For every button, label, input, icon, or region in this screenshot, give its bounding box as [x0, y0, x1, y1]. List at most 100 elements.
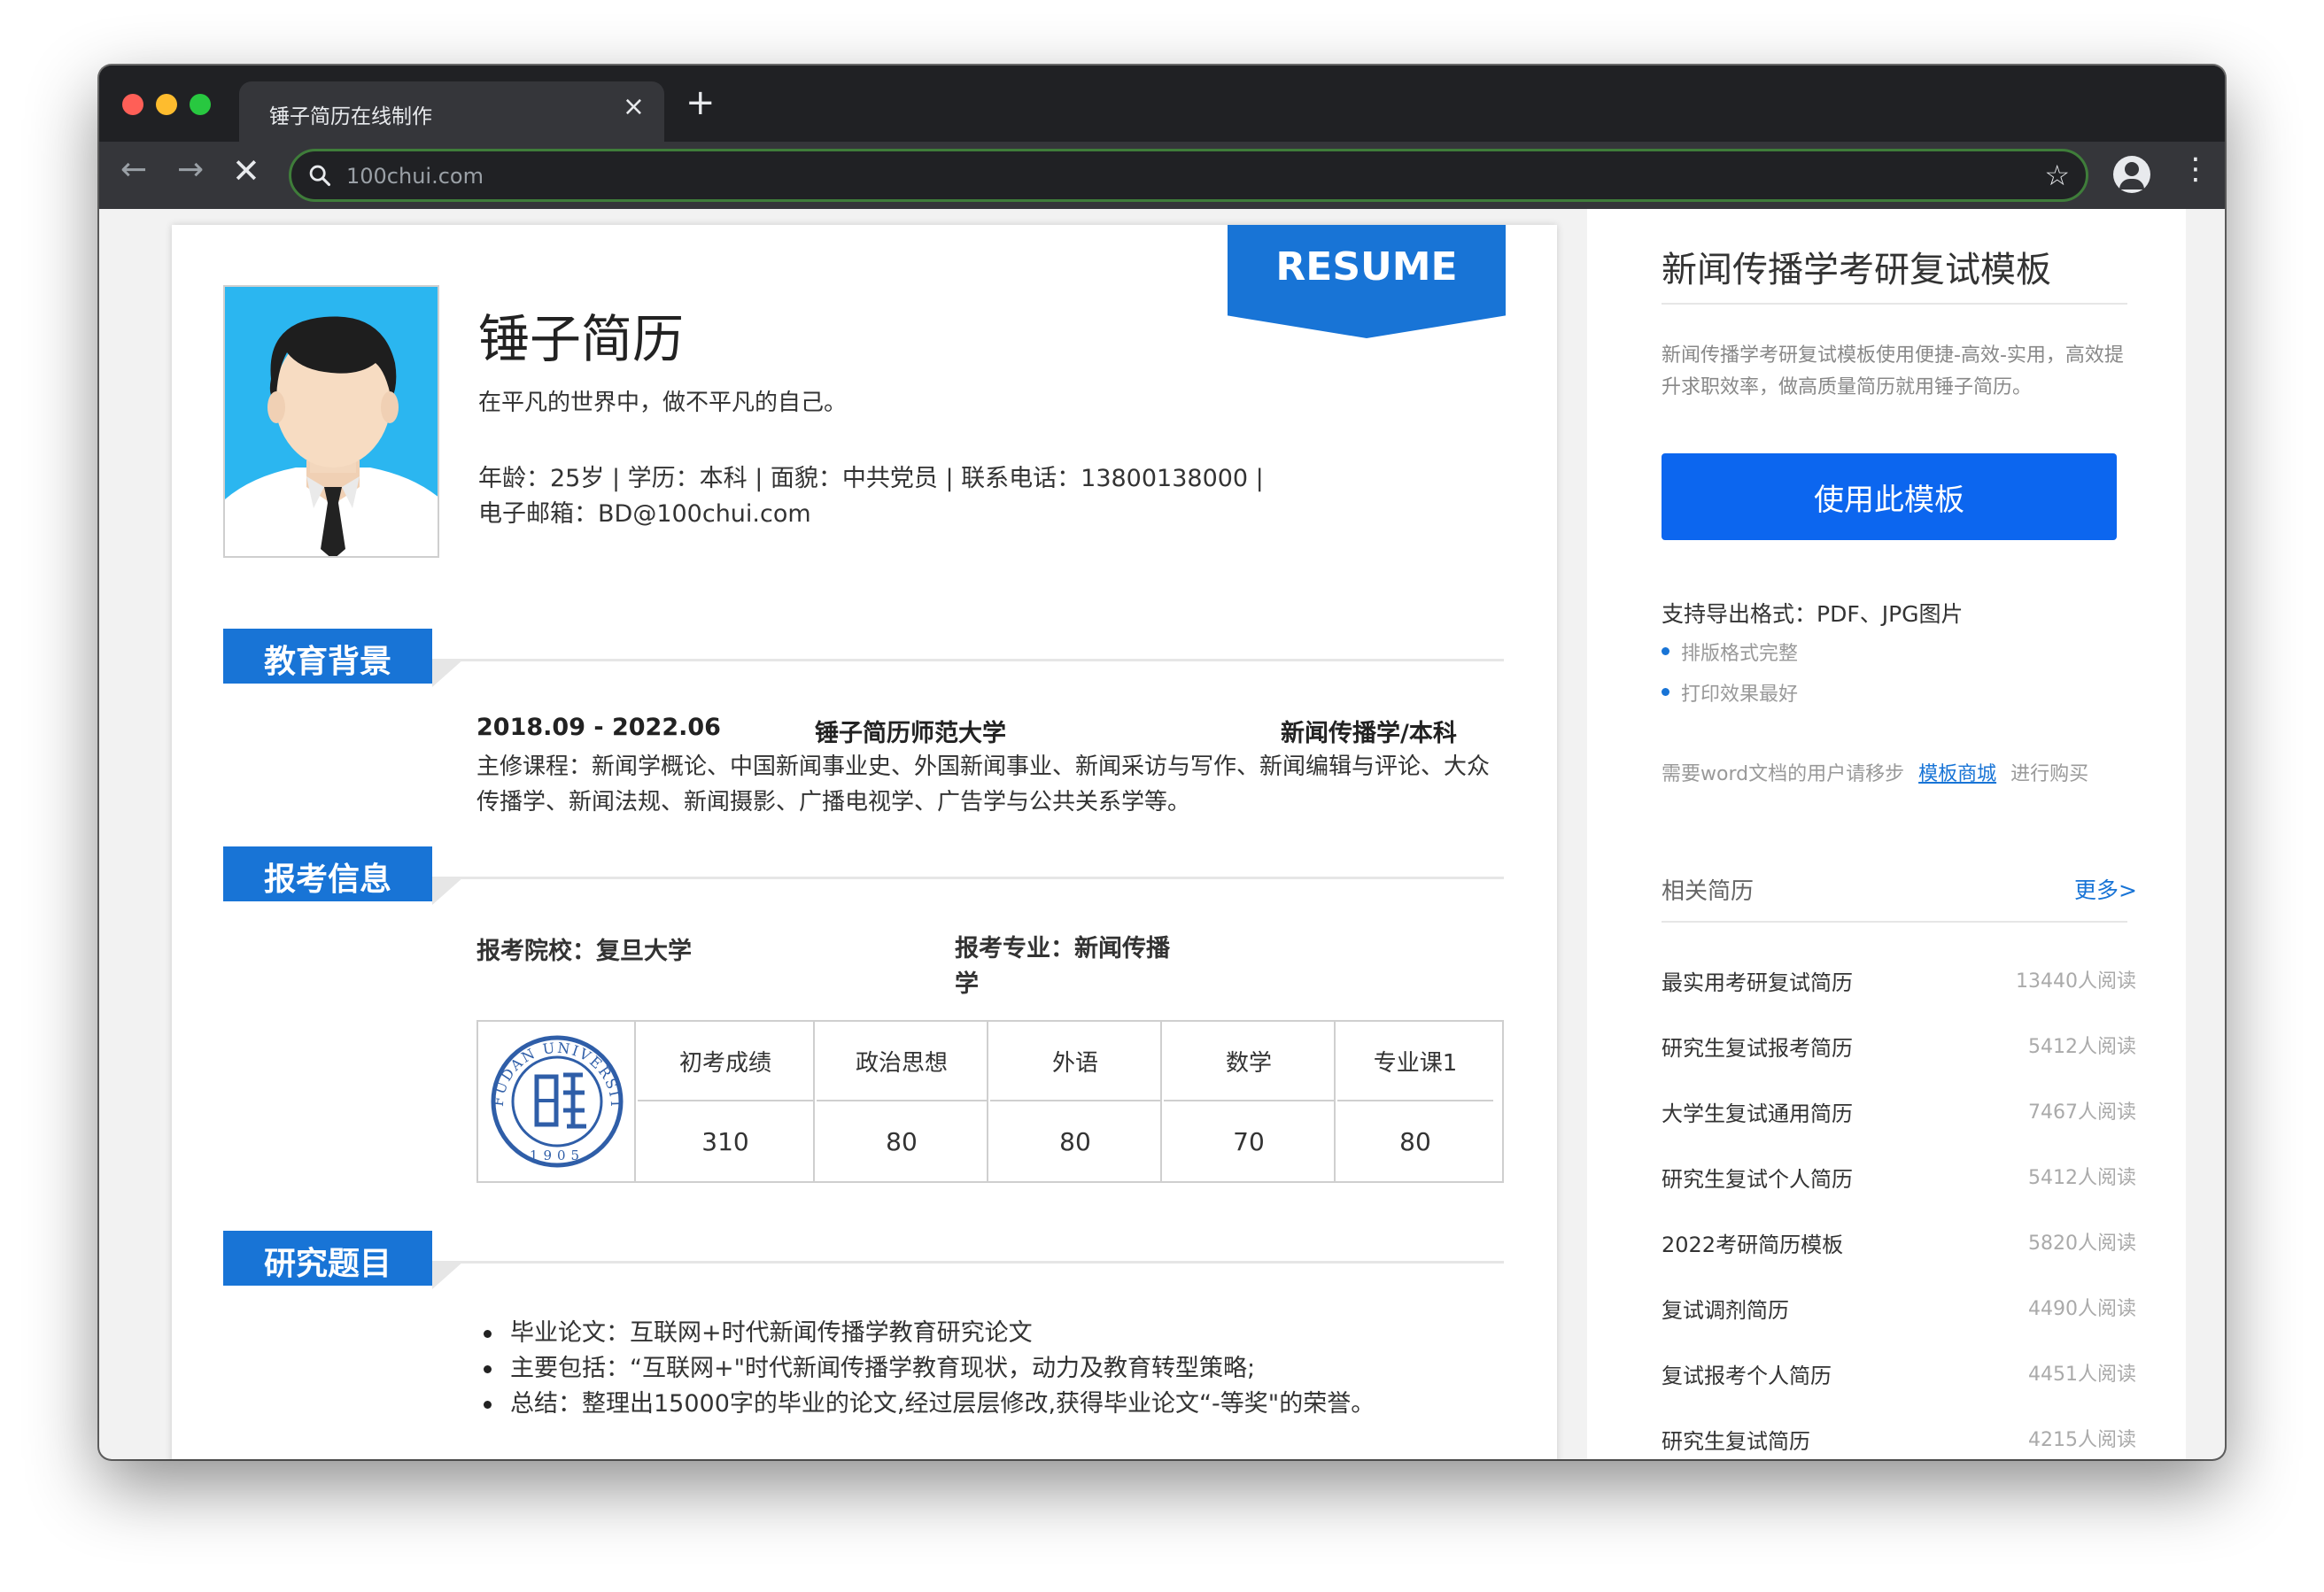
related-resume-name: 大学生复试通用简历: [1662, 1101, 1853, 1126]
ribbon-label: RESUME: [1275, 244, 1458, 290]
resume-motto: 在平凡的世界中，做不平凡的自己。: [478, 390, 848, 416]
resume-ribbon: RESUME: [1228, 225, 1506, 338]
score-value: 310: [701, 1126, 749, 1156]
related-resume-item[interactable]: 研究生复试报考简历 5412人阅读: [1662, 1031, 2136, 1066]
university-logo-cell: FUDAN UNIVERSITY 1905: [472, 1009, 636, 1181]
score-subject: 数学: [1164, 1022, 1334, 1101]
score-column: 外语 80: [990, 1022, 1162, 1181]
related-resume-item[interactable]: 研究生复试简历 4215人阅读: [1662, 1424, 2136, 1459]
related-resume-item[interactable]: 复试调剂简历 4490人阅读: [1662, 1293, 2136, 1328]
word-note: 需要word文档的用户请移步 模板商城 进行购买: [1662, 758, 2088, 786]
read-count: 4490人阅读: [2028, 1298, 2136, 1320]
score-subject: 初考成绩: [638, 1022, 813, 1101]
related-resume-name: 研究生复试报考简历: [1662, 1036, 1853, 1061]
education-school: 锤子简历师范大学: [815, 720, 1006, 747]
profile-photo: [223, 285, 439, 558]
apply-school: 报考院校：复旦大学: [476, 938, 692, 965]
template-title: 新闻传播学考研复试模板: [1662, 250, 2051, 290]
browser-window: 锤子简历在线制作 × + ← → ✕ 100chui.com ☆ ⋮ RESUM…: [99, 66, 2225, 1459]
section-header-education: 教育背景: [223, 629, 432, 684]
forward-arrow-icon[interactable]: →: [177, 154, 204, 186]
related-resume-name: 复试报考个人简历: [1662, 1364, 1832, 1388]
read-count: 4451人阅读: [2028, 1364, 2136, 1386]
close-window-button[interactable]: [122, 94, 143, 115]
related-resume-name: 研究生复试个人简历: [1662, 1167, 1853, 1192]
related-resume-name: 2022考研简历模板: [1662, 1233, 1844, 1257]
browser-tab[interactable]: 锤子简历在线制作 ×: [239, 81, 664, 142]
profile-avatar-icon[interactable]: [2113, 156, 2150, 193]
resume-paper: RESUME 锤子简历 在平凡的世界中，做不平凡的自己。 年龄：25岁 | 学历…: [172, 225, 1557, 1459]
divider: [1662, 303, 2127, 305]
template-description: 新闻传播学考研复试模板使用便捷-高效-实用，高效提升求职效率，做高质量简历就用锤…: [1662, 344, 2124, 398]
section-divider: [432, 659, 1504, 661]
section-title: 报考信息: [263, 862, 391, 898]
logo-ring-text: FUDAN UNIVERSITY: [472, 1009, 623, 1110]
personal-info-line2: 电子邮箱：BD@100chui.com: [478, 500, 811, 528]
read-count: 4215人阅读: [2028, 1429, 2136, 1451]
section-divider: [432, 1261, 1504, 1264]
feature-item: 排版格式完整: [1662, 638, 1798, 666]
related-resume-item[interactable]: 研究生复试个人简历 5412人阅读: [1662, 1162, 2136, 1197]
list-item: 主要包括：“互联网+"时代新闻传播学教育现状，动力及教育转型策略;: [476, 1351, 1539, 1387]
score-column: 政治思想 80: [817, 1022, 988, 1181]
score-column: 初考成绩 310: [638, 1022, 815, 1181]
avatar-illustration: [225, 287, 438, 556]
score-table: FUDAN UNIVERSITY 1905 初考成绩 310 政治思想 80 外语 80 数…: [472, 1009, 1504, 1183]
related-resume-item[interactable]: 复试报考个人简历 4451人阅读: [1662, 1358, 2136, 1394]
address-bar[interactable]: 100chui.com ☆: [289, 149, 2088, 202]
list-item: 总结：整理出15000字的毕业的论文,经过层层修改,获得毕业论文“-等奖"的荣誉…: [476, 1387, 1539, 1422]
search-icon: [309, 165, 331, 187]
resume-name: 锤子简历: [478, 309, 685, 369]
fudan-logo-icon: FUDAN UNIVERSITY 1905: [472, 1009, 624, 1168]
score-subject: 外语: [990, 1022, 1160, 1101]
list-item: 毕业论文：互联网+时代新闻传播学教育研究论文: [476, 1316, 1539, 1351]
word-note-suffix: 进行购买: [2010, 763, 2089, 785]
education-major: 新闻传播学/本科: [1281, 720, 1457, 747]
read-count: 5412人阅读: [2028, 1036, 2136, 1058]
read-count: 5412人阅读: [2028, 1167, 2136, 1189]
template-store-link[interactable]: 模板商城: [1918, 763, 1996, 785]
related-resume-name: 研究生复试简历: [1662, 1429, 1810, 1454]
education-courses: 主修课程：新闻学概论、中国新闻事业史、外国新闻事业、新闻采访与写作、新闻编辑与评…: [476, 753, 1491, 815]
score-column: 数学 70: [1164, 1022, 1336, 1181]
back-arrow-icon[interactable]: ←: [120, 154, 147, 186]
section-header-research: 研究题目: [223, 1231, 432, 1286]
section-title: 研究题目: [263, 1246, 391, 1282]
score-subject: 专业课1: [1337, 1022, 1493, 1101]
score-value: 80: [1399, 1126, 1431, 1156]
url-text: 100chui.com: [346, 164, 484, 189]
page-viewport: RESUME 锤子简历 在平凡的世界中，做不平凡的自己。 年龄：25岁 | 学历…: [99, 209, 2225, 1459]
browser-menu-icon[interactable]: ⋮: [2181, 154, 2211, 184]
feature-item: 打印效果最好: [1662, 678, 1798, 707]
section-title: 教育背景: [263, 644, 391, 680]
svg-text:FUDAN UNIVERSITY: FUDAN UNIVERSITY: [478, 1022, 624, 1110]
section-header-application: 报考信息: [223, 846, 432, 901]
section-header-tail: [432, 659, 464, 687]
related-resume-item[interactable]: 大学生复试通用简历 7467人阅读: [1662, 1096, 2136, 1132]
maximize-window-button[interactable]: [190, 94, 211, 115]
tab-close-icon[interactable]: ×: [623, 94, 645, 120]
divider: [1662, 921, 2127, 923]
related-resume-name: 最实用考研复试简历: [1662, 970, 1853, 995]
section-divider: [432, 877, 1504, 879]
bookmark-star-icon[interactable]: ☆: [2044, 158, 2070, 192]
tab-title: 锤子简历在线制作: [269, 105, 432, 128]
tab-bar: 锤子简历在线制作 × +: [99, 66, 2225, 142]
personal-info-line1: 年龄：25岁 | 学历：本科 | 面貌：中共党员 | 联系电话：13800138…: [478, 465, 1264, 492]
stop-loading-icon[interactable]: ✕: [232, 154, 260, 188]
read-count: 7467人阅读: [2028, 1101, 2136, 1124]
new-tab-button[interactable]: +: [686, 85, 716, 120]
related-resume-item[interactable]: 最实用考研复试简历 13440人阅读: [1662, 965, 2136, 1001]
more-link[interactable]: 更多>: [2074, 873, 2137, 905]
score-column: 专业课1 80: [1337, 1022, 1493, 1181]
export-formats: 支持导出格式：PDF、JPG图片: [1662, 601, 1964, 627]
related-title: 相关简历: [1662, 878, 1755, 905]
minimize-window-button[interactable]: [156, 94, 177, 115]
related-resume-item[interactable]: 2022考研简历模板 5820人阅读: [1662, 1227, 2136, 1263]
use-template-button[interactable]: 使用此模板: [1662, 453, 2117, 540]
score-subject: 政治思想: [817, 1022, 987, 1101]
read-count: 13440人阅读: [2016, 970, 2136, 993]
logo-year: 1905: [530, 1148, 585, 1163]
read-count: 5820人阅读: [2028, 1233, 2136, 1255]
apply-major: 报考专业：新闻传播学: [955, 935, 1170, 998]
